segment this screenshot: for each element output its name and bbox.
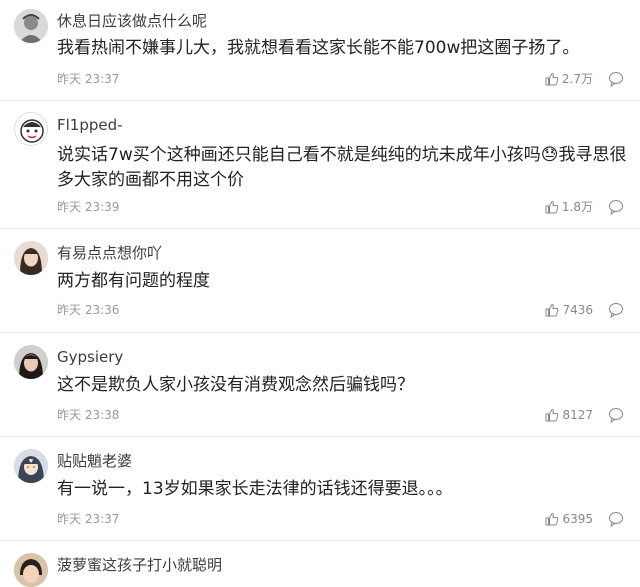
comment-timestamp: 昨天 23:36 [57, 303, 120, 317]
comment-feed: 休息日应该做点什么呢 我看热闹不嫌事儿大，我就想看看这家长能不能700w把这圈子… [0, 0, 640, 587]
like-button[interactable]: 7436 [545, 302, 593, 318]
avatar-photo-child-image [14, 553, 48, 587]
user-avatar[interactable] [14, 449, 48, 483]
like-count: 1.8万 [561, 200, 593, 214]
comment-content: 两方都有问题的程度 [57, 271, 210, 291]
avatar-photo-girl-image [14, 241, 48, 275]
comment-username[interactable]: Gypsiery [57, 347, 123, 367]
comment-username[interactable]: 休息日应该做点什么呢 [57, 11, 207, 31]
comment-timestamp: 昨天 23:38 [57, 408, 120, 422]
comment-bubble-icon[interactable] [608, 511, 624, 527]
comment-item: 有易点点想你吖 两方都有问题的程度 昨天 23:36 7436 [0, 229, 640, 333]
thumbs-up-icon [545, 303, 559, 317]
comment-content: 我看热闹不嫌事儿大，我就想看看这家长能不能700w把这圈子扬了。 [57, 38, 580, 58]
like-count: 8127 [562, 408, 593, 422]
like-button[interactable]: 6395 [545, 511, 593, 527]
like-count: 7436 [562, 303, 593, 317]
comment-item: Fl1pped- 说实话7w买个这种画还只能自己看不就是纯纯的坑未成年小孩吗😓我… [0, 101, 640, 229]
user-avatar[interactable] [14, 9, 48, 43]
comment-content: 这不是欺负人家小孩没有消费观念然后骗钱吗？ [57, 375, 414, 395]
comment-timestamp: 昨天 23:39 [57, 200, 120, 214]
comment-item: 休息日应该做点什么呢 我看热闹不嫌事儿大，我就想看看这家长能不能700w把这圈子… [0, 0, 640, 101]
comment-bubble-icon[interactable] [608, 199, 624, 215]
avatar-photo-portrait-image [14, 345, 48, 379]
like-button[interactable]: 2.7万 [545, 71, 593, 87]
thumbs-up-icon [545, 408, 559, 422]
comment-content: 说实话7w买个这种画还只能自己看不就是纯纯的坑未成年小孩吗😓我寻思很多大家的画都… [57, 145, 627, 190]
comment-bubble-icon[interactable] [608, 302, 624, 318]
like-button[interactable]: 8127 [545, 407, 593, 423]
user-avatar[interactable] [14, 112, 48, 146]
avatar-anime-character-image [14, 449, 48, 483]
comment-username[interactable]: Fl1pped- [57, 115, 123, 135]
comment-timestamp: 昨天 23:37 [57, 72, 120, 86]
comment-content: 有一说一，13岁如果家长走法律的话钱还得要退。。。 [57, 479, 453, 499]
comment-item: 贴贴魈老婆 有一说一，13岁如果家长走法律的话钱还得要退。。。 昨天 23:37… [0, 437, 640, 541]
avatar-sketch-girl-image [14, 9, 48, 43]
user-avatar[interactable] [14, 345, 48, 379]
user-avatar[interactable] [14, 241, 48, 275]
like-count: 6395 [562, 512, 593, 526]
thumbs-up-icon [545, 512, 559, 526]
thumbs-up-icon [545, 200, 559, 214]
thumbs-up-icon [545, 72, 559, 86]
comment-username[interactable]: 菠萝蜜这孩子打小就聪明 [57, 555, 222, 575]
comment-item: 菠萝蜜这孩子打小就聪明 [0, 541, 640, 587]
comment-bubble-icon[interactable] [608, 71, 624, 87]
comment-timestamp: 昨天 23:37 [57, 512, 120, 526]
comment-username[interactable]: 有易点点想你吖 [57, 243, 162, 263]
like-button[interactable]: 1.8万 [545, 199, 593, 215]
comment-bubble-icon[interactable] [608, 407, 624, 423]
comment-item: Gypsiery 这不是欺负人家小孩没有消费观念然后骗钱吗？ 昨天 23:38 … [0, 333, 640, 437]
like-count: 2.7万 [561, 72, 593, 86]
comment-username[interactable]: 贴贴魈老婆 [57, 451, 132, 471]
user-avatar[interactable] [14, 553, 48, 587]
avatar-cartoon-face-image [15, 113, 47, 145]
